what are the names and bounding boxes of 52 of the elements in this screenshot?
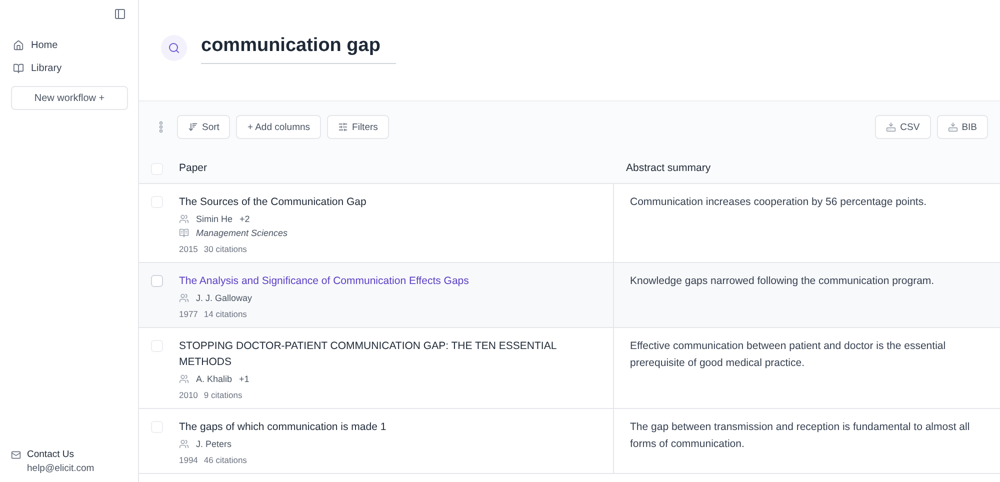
mail-icon — [11, 450, 21, 460]
more-authors: +2 — [240, 214, 250, 224]
paper-title[interactable]: STOPPING DOCTOR-PATIENT COMMUNICATION GAP: THE TEN ESSENTIAL METHODS — [179, 338, 599, 370]
filter-icon — [338, 122, 348, 132]
row-checkbox[interactable] — [151, 275, 163, 287]
authors-icon — [179, 214, 189, 224]
drag-handle-icon[interactable] — [159, 121, 163, 133]
authors-icon — [179, 374, 189, 384]
export-button[interactable]: BIB — [936, 115, 988, 139]
nav-item[interactable]: Home — [11, 34, 128, 57]
toolbar-button[interactable]: Filters — [327, 115, 389, 139]
toolbar-button[interactable]: Sort — [177, 115, 230, 139]
new-workflow-button[interactable]: New workflow + — [11, 86, 128, 110]
journal-name: Management Sciences — [196, 228, 288, 238]
download-icon — [886, 122, 896, 132]
authors-icon — [179, 293, 189, 303]
toolbar-button[interactable]: + Add columns — [236, 115, 322, 139]
search-icon[interactable] — [161, 35, 187, 61]
year: 2010 — [179, 390, 198, 400]
summary-text: Knowledge gaps narrowed following the communication program. — [629, 274, 934, 289]
paper-title[interactable]: The gaps of which communication is made 1 — [179, 419, 386, 435]
journal-icon — [179, 228, 189, 238]
author-name: J. Peters — [196, 439, 232, 449]
summary-text: Effective communication between patient and doctor is the essential prerequisite of good medical practice. — [629, 339, 947, 371]
book-icon — [13, 63, 24, 74]
search-query[interactable]: communication gap — [201, 32, 396, 64]
column-header: Abstract summary — [626, 162, 711, 174]
year: 1994 — [179, 455, 198, 465]
summary-text: Communication increases cooperation by 56 percentage points. — [629, 195, 927, 210]
contact-link[interactable]: Contact Us — [27, 449, 94, 460]
sort-icon — [188, 122, 198, 132]
authors-icon — [179, 439, 189, 449]
citation-count: 9 citations — [204, 390, 242, 400]
year: 2015 — [179, 244, 198, 254]
column-header: Paper — [179, 162, 208, 174]
paper-title[interactable]: The Sources of the Communication Gap — [179, 194, 366, 210]
home-icon — [13, 40, 24, 51]
summary-text: The gap between transmission and reception is fundamental to almost all forms of communication. — [629, 420, 971, 452]
download-icon — [948, 122, 958, 132]
email-text: help@elicit.com — [27, 463, 94, 474]
year: 1977 — [179, 309, 198, 319]
author-name: A. Khalib — [196, 374, 232, 384]
paper-title[interactable]: The Analysis and Significance of Communication Effects Gaps — [179, 273, 469, 289]
author-name: Simin He — [196, 214, 233, 224]
export-button[interactable]: CSV — [875, 115, 931, 139]
nav-item[interactable]: Library — [11, 57, 128, 80]
citation-count: 30 citations — [204, 244, 247, 254]
citation-count: 46 citations — [204, 455, 247, 465]
citation-count: 14 citations — [204, 309, 247, 319]
author-name: J. J. Galloway — [196, 293, 252, 303]
sidebar-toggle-icon[interactable] — [114, 8, 126, 20]
more-authors: +1 — [239, 374, 250, 384]
